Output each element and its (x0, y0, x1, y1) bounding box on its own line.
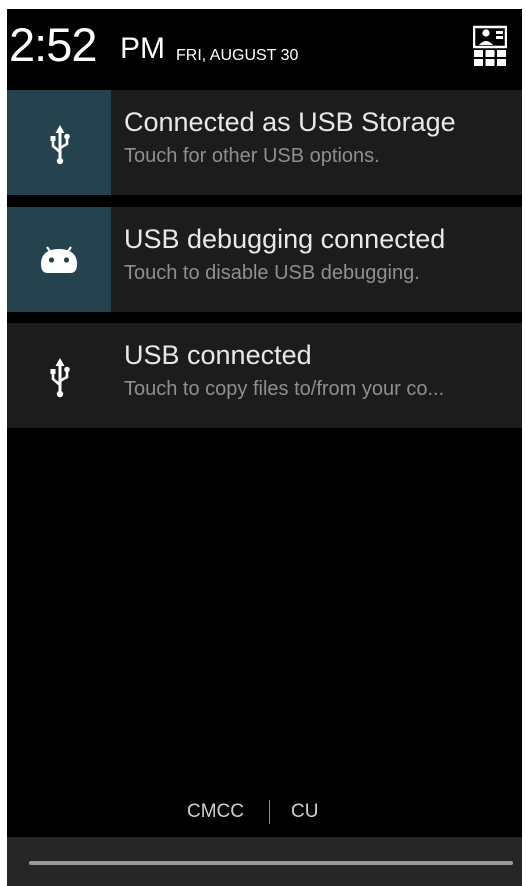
notification-icon-cell (7, 207, 111, 312)
clock-ampm: PM (120, 32, 165, 65)
notification-shade: 2:52 PM FRI, AUGUST 30 Connected as USB … (7, 9, 522, 886)
clock-time: 2:52 (9, 18, 97, 71)
usb-icon (50, 125, 70, 165)
notification-usb-connected[interactable]: USB connected Touch to copy files to/fro… (7, 323, 522, 428)
notification-title: Connected as USB Storage (124, 107, 456, 137)
notification-title: USB debugging connected (124, 224, 446, 254)
notification-usb-storage[interactable]: Connected as USB Storage Touch for other… (7, 90, 522, 195)
carrier-secondary: CU (291, 801, 319, 822)
shade-drag-handle[interactable] (7, 837, 522, 886)
carrier-divider (269, 800, 270, 824)
notification-subtitle: Touch to copy files to/from your co... (124, 378, 445, 400)
notification-title: USB connected (124, 340, 312, 370)
android-debug-icon (41, 246, 77, 273)
shade-header: 2:52 PM FRI, AUGUST 30 (7, 9, 522, 89)
drag-handle-bar (29, 861, 513, 865)
usb-icon (50, 358, 70, 398)
carrier-label: CMCC CU (7, 797, 522, 827)
quick-settings-icon (472, 25, 508, 66)
notification-icon-cell (7, 323, 111, 428)
carrier-primary: CMCC (187, 801, 244, 822)
notification-icon-cell (7, 90, 111, 195)
quick-settings-button[interactable] (472, 25, 508, 67)
notification-usb-debugging[interactable]: USB debugging connected Touch to disable… (7, 207, 522, 312)
notification-subtitle: Touch to disable USB debugging. (124, 262, 420, 284)
notification-subtitle: Touch for other USB options. (124, 145, 380, 167)
clock-date: FRI, AUGUST 30 (176, 47, 299, 64)
